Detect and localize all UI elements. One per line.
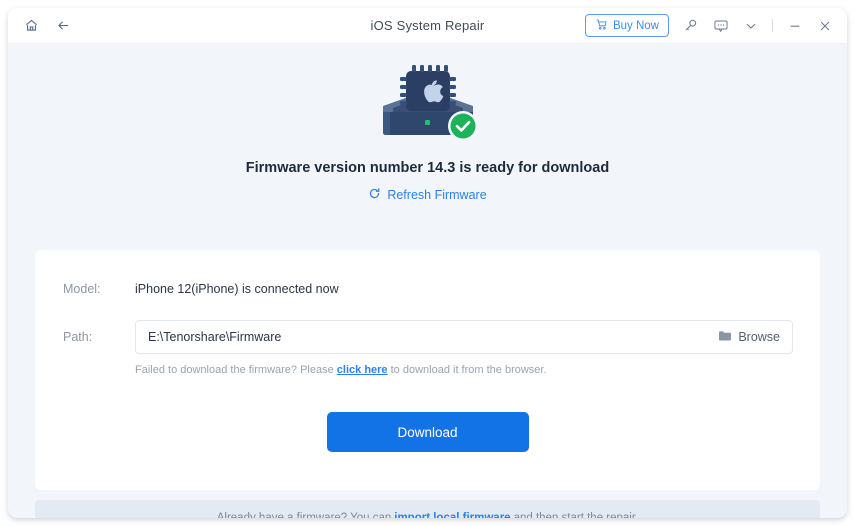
back-arrow-icon[interactable] — [54, 17, 72, 35]
firmware-chip-success-icon — [373, 62, 483, 144]
chevron-down-icon[interactable] — [742, 17, 759, 34]
path-input[interactable]: E:\Tenorshare\Firmware Browse — [135, 320, 793, 354]
browse-button[interactable]: Browse — [718, 330, 780, 345]
cart-icon — [595, 18, 608, 34]
import-firmware-bar: Already have a firmware? You can import … — [35, 500, 820, 518]
feedback-icon[interactable] — [712, 17, 729, 34]
title-bar-right-controls: Buy Now — [584, 14, 847, 37]
key-icon[interactable] — [682, 17, 699, 34]
download-failure-hint: Failed to download the firmware? Please … — [135, 364, 547, 376]
title-bar-left-controls — [8, 17, 72, 35]
title-bar: iOS System Repair Buy Now — [8, 8, 847, 44]
refresh-firmware-button[interactable]: Refresh Firmware — [8, 187, 847, 203]
hint-suffix: to download it from the browser. — [390, 364, 547, 376]
browse-label: Browse — [738, 330, 780, 344]
refresh-firmware-label: Refresh Firmware — [387, 188, 487, 202]
model-row: Model: iPhone 12(iPhone) is connected no… — [63, 282, 339, 296]
hint-prefix: Failed to download the firmware? Please — [135, 364, 334, 376]
footer-text-prefix: Already have a firmware? You can — [216, 512, 392, 518]
model-value: iPhone 12(iPhone) is connected now — [135, 282, 339, 296]
minimize-icon[interactable] — [786, 17, 803, 34]
path-input-value: E:\Tenorshare\Firmware — [148, 330, 282, 344]
buy-now-label: Buy Now — [612, 19, 659, 32]
path-label: Path: — [63, 330, 93, 344]
main-content: Firmware version number 14.3 is ready fo… — [8, 44, 847, 518]
folder-icon — [718, 330, 732, 345]
page-title: Firmware version number 14.3 is ready fo… — [245, 160, 610, 176]
title-bar-divider — [772, 19, 773, 32]
path-row: Path: E:\Tenorshare\Firmware Browse — [63, 320, 793, 354]
close-icon[interactable] — [816, 17, 833, 34]
click-here-link[interactable]: click here — [337, 364, 388, 376]
buy-now-button[interactable]: Buy Now — [584, 14, 669, 37]
import-local-firmware-link[interactable]: import local firmware — [394, 512, 510, 518]
app-window: iOS System Repair Buy Now Firmware versi… — [8, 8, 847, 518]
footer-text-suffix: and then start the repair. — [513, 512, 639, 518]
hero-section: Firmware version number 14.3 is ready fo… — [8, 44, 847, 203]
refresh-icon — [368, 187, 381, 203]
home-icon[interactable] — [22, 17, 40, 35]
model-label: Model: — [63, 282, 101, 296]
firmware-card: Model: iPhone 12(iPhone) is connected no… — [35, 250, 820, 490]
download-button[interactable]: Download — [326, 412, 529, 452]
